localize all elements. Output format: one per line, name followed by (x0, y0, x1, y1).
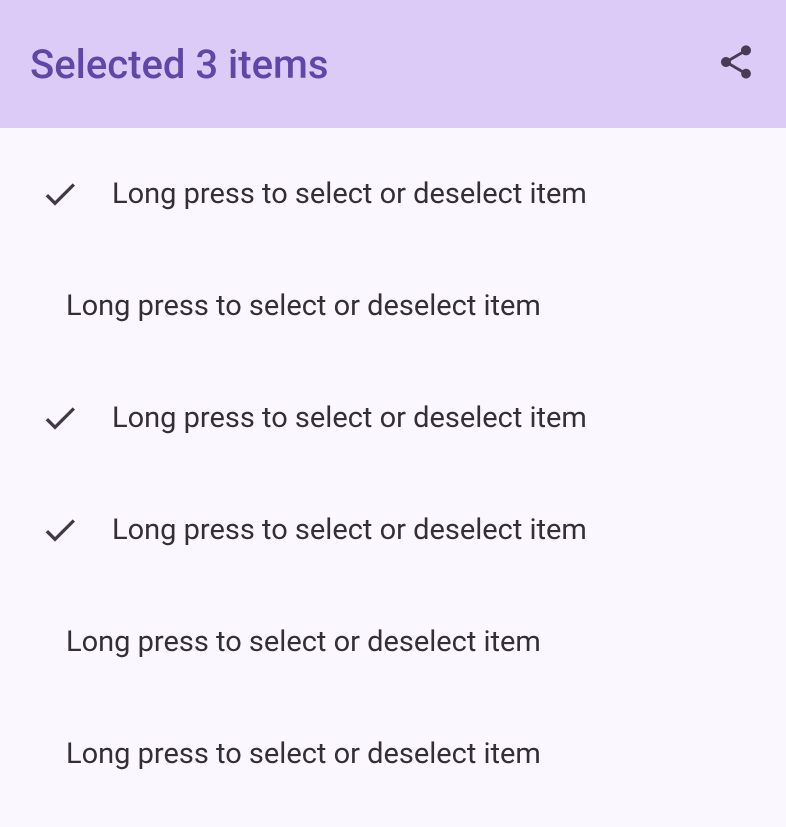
list-item[interactable]: Long press to select or deselect item (0, 138, 786, 250)
check-icon (40, 174, 80, 214)
item-label: Long press to select or deselect item (112, 177, 587, 211)
list-item[interactable]: Long press to select or deselect item (0, 250, 786, 362)
list-item[interactable]: Long press to select or deselect item (0, 698, 786, 810)
list-item[interactable]: Long press to select or deselect item (0, 586, 786, 698)
check-slot (40, 510, 90, 550)
check-slot (40, 398, 90, 438)
item-list: Long press to select or deselect item Lo… (0, 128, 786, 820)
item-label: Long press to select or deselect item (66, 625, 541, 659)
item-label: Long press to select or deselect item (66, 737, 541, 771)
selection-title: Selected 3 items (30, 41, 328, 88)
check-icon (40, 398, 80, 438)
item-label: Long press to select or deselect item (112, 513, 587, 547)
selection-header: Selected 3 items (0, 0, 786, 128)
item-label: Long press to select or deselect item (66, 289, 541, 323)
list-item[interactable]: Long press to select or deselect item (0, 362, 786, 474)
check-slot (40, 174, 90, 214)
item-label: Long press to select or deselect item (112, 401, 587, 435)
share-icon (716, 42, 756, 82)
check-icon (40, 510, 80, 550)
list-item[interactable]: Long press to select or deselect item (0, 474, 786, 586)
share-button[interactable] (716, 42, 756, 86)
